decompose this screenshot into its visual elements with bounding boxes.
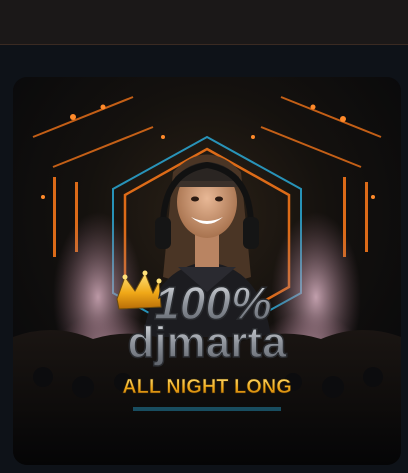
- poster-artist-text: djmarta: [128, 318, 287, 367]
- top-bar: [0, 0, 408, 45]
- event-poster-card[interactable]: 100% djmarta ALL NIGHT LONG: [13, 77, 401, 465]
- content-area: 100% djmarta ALL NIGHT LONG: [0, 45, 408, 473]
- poster-headline-text: ALL NIGHT LONG: [122, 376, 292, 398]
- event-poster-image: 100% djmarta ALL NIGHT LONG: [13, 77, 401, 465]
